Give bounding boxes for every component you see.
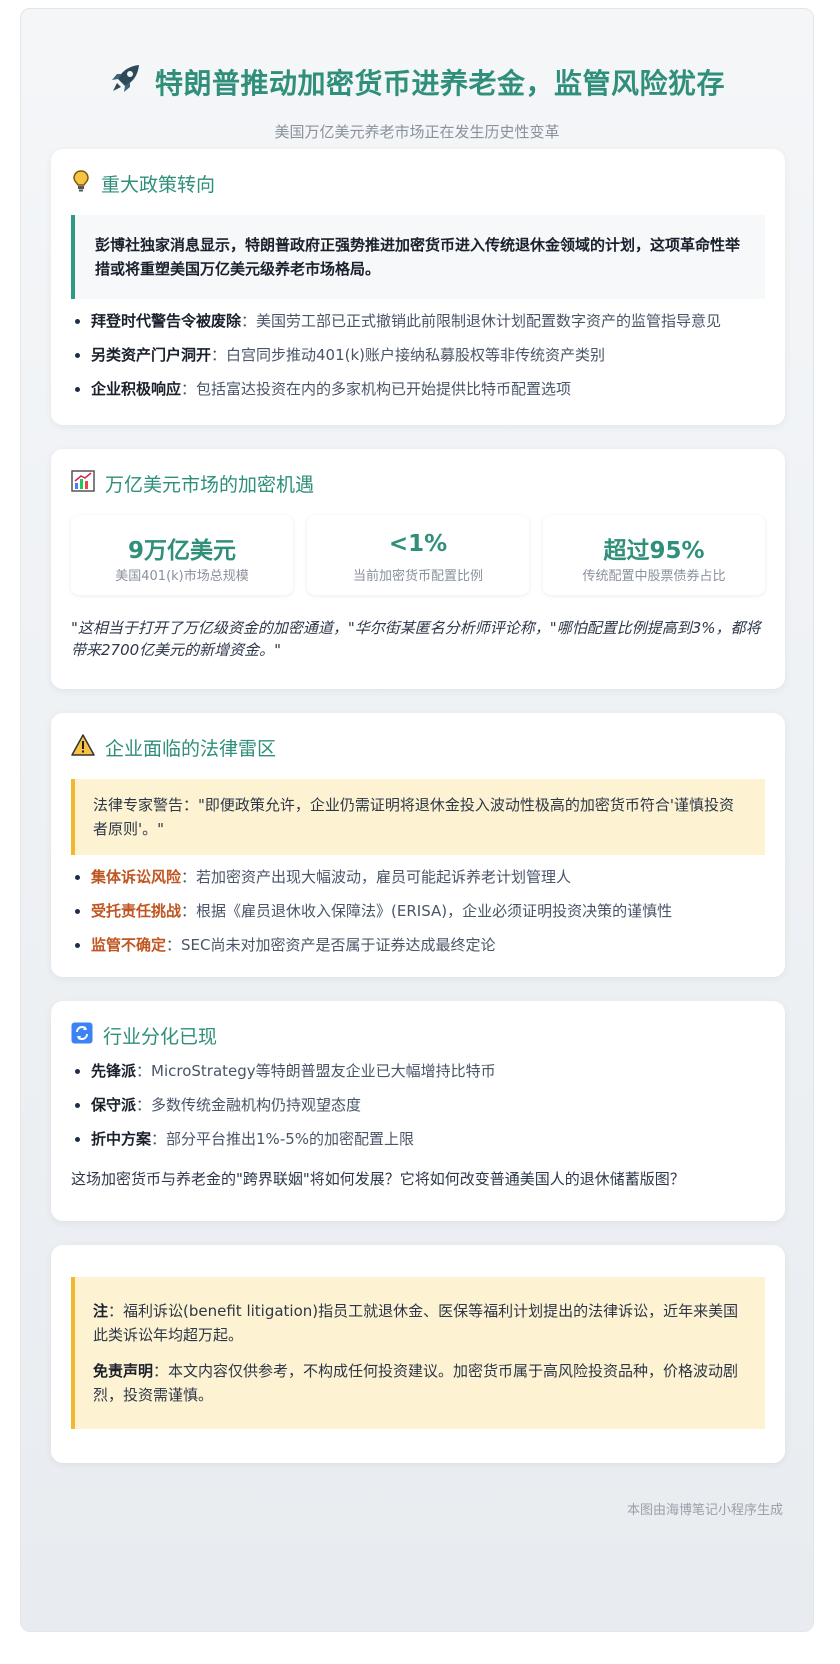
- page-container: 特朗普推动加密货币进养老金，监管风险犹存 美国万亿美元养老市场正在发生历史性变革…: [20, 8, 814, 1632]
- note-paragraph: 注：福利诉讼(benefit litigation)指员工就退休金、医保等福利计…: [93, 1299, 747, 1347]
- lightbulb-icon: [71, 169, 91, 198]
- list-item: 先锋派：MicroStrategy等特朗普盟友企业已大幅增持比特币: [91, 1059, 765, 1083]
- stat-label: 当前加密货币配置比例: [352, 569, 483, 584]
- closing-question: 这场加密货币与养老金的"跨界联姻"将如何发展？它将如何改变普通美国人的退休储蓄版…: [71, 1170, 685, 1188]
- analyst-quote: "这相当于打开了万亿级资金的加密通道，"华尔街某匿名分析师评论称，"哪怕配置比例…: [71, 619, 761, 659]
- list-item-label: 拜登时代警告令被废除: [91, 312, 242, 330]
- list-item-text: ：根据《雇员退休收入保障法》(ERISA)，企业必须证明投资决策的谨慎性: [181, 902, 673, 920]
- list-item-text: ：白宫同步推动401(k)账户接纳私募股权等非传统资产类别: [211, 346, 606, 364]
- list-item: 保守派：多数传统金融机构仍持观望态度: [91, 1093, 765, 1117]
- list-item-text: ：若加密资产出现大幅波动，雇员可能起诉养老计划管理人: [181, 868, 572, 886]
- legal-warning: 法律专家警告："即便政策允许，企业仍需证明将退休金投入波动性极高的加密货币符合'…: [71, 779, 765, 855]
- note-label: 注: [93, 1302, 109, 1320]
- list-item-label: 折中方案: [91, 1130, 152, 1148]
- legal-list: 集体诉讼风险：若加密资产出现大幅波动，雇员可能起诉养老计划管理人 受托责任挑战：…: [71, 865, 765, 957]
- page-title: 特朗普推动加密货币进养老金，监管风险犹存: [109, 61, 725, 102]
- list-item-label: 企业积极响应: [91, 380, 182, 398]
- list-item-text: ：SEC尚未对加密资产是否属于证券达成最终定论: [166, 936, 496, 954]
- list-item-text: ：MicroStrategy等特朗普盟友企业已大幅增持比特币: [136, 1062, 496, 1080]
- note-text: ：福利诉讼(benefit litigation)指员工就退休金、医保等福利计划…: [93, 1302, 739, 1344]
- legal-heading-text: 企业面临的法律雷区: [105, 737, 277, 760]
- notes-box: 注：福利诉讼(benefit litigation)指员工就退休金、医保等福利计…: [71, 1277, 765, 1429]
- industry-heading-text: 行业分化已现: [103, 1025, 218, 1048]
- warning-icon: [71, 733, 95, 761]
- industry-list: 先锋派：MicroStrategy等特朗普盟友企业已大幅增持比特币 保守派：多数…: [71, 1059, 765, 1151]
- disclaimer-label: 免责声明: [93, 1362, 154, 1380]
- stat-value: <1%: [388, 531, 448, 557]
- stat-label: 美国401(k)市场总规模: [115, 569, 249, 584]
- list-item: 折中方案：部分平台推出1%-5%的加密配置上限: [91, 1127, 765, 1151]
- list-item: 监管不确定：SEC尚未对加密资产是否属于证券达成最终定论: [91, 933, 765, 957]
- market-card: 万亿美元市场的加密机遇 9万亿美元 美国401(k)市场总规模 <1% 当前加密…: [51, 449, 785, 689]
- legal-card: 企业面临的法律雷区 法律专家警告："即便政策允许，企业仍需证明将退休金投入波动性…: [51, 713, 785, 977]
- industry-heading: 行业分化已现: [71, 1021, 765, 1049]
- policy-heading: 重大政策转向: [71, 169, 765, 197]
- list-item-text: ：多数传统金融机构仍持观望态度: [136, 1096, 362, 1114]
- footer-credit: 本图由海博笔记小程序生成: [626, 1503, 783, 1518]
- list-item: 另类资产门户洞开：白宫同步推动401(k)账户接纳私募股权等非传统资产类别: [91, 343, 765, 367]
- policy-list: 拜登时代警告令被废除：美国劳工部已正式撤销此前限制退休计划配置数字资产的监管指导…: [71, 309, 765, 401]
- list-item-text: ：包括富达投资在内的多家机构已开始提供比特币配置选项: [181, 380, 572, 398]
- policy-card: 重大政策转向 彭博社独家消息显示，特朗普政府正强势推进加密货币进入传统退休金领域…: [51, 149, 785, 425]
- list-item: 企业积极响应：包括富达投资在内的多家机构已开始提供比特币配置选项: [91, 377, 765, 401]
- industry-card: 行业分化已现 先锋派：MicroStrategy等特朗普盟友企业已大幅增持比特币…: [51, 1001, 785, 1221]
- list-item-label: 集体诉讼风险: [91, 868, 182, 886]
- refresh-icon: [71, 1022, 93, 1049]
- list-item-text: ：美国劳工部已正式撤销此前限制退休计划配置数字资产的监管指导意见: [241, 312, 722, 330]
- list-item-label: 另类资产门户洞开: [91, 346, 212, 364]
- chart-icon: [71, 469, 95, 497]
- policy-quote: 彭博社独家消息显示，特朗普政府正强势推进加密货币进入传统退休金领域的计划，这项革…: [71, 215, 765, 299]
- page-subtitle: 美国万亿美元养老市场正在发生历史性变革: [274, 123, 560, 141]
- stat-value: 超过95%: [603, 538, 705, 564]
- stat-card: 9万亿美元 美国401(k)市场总规模: [71, 515, 293, 595]
- stat-card: <1% 当前加密货币配置比例: [307, 515, 529, 595]
- list-item-text: ：部分平台推出1%-5%的加密配置上限: [151, 1130, 415, 1148]
- list-item-label: 保守派: [91, 1096, 137, 1114]
- market-heading: 万亿美元市场的加密机遇: [71, 469, 765, 497]
- rocket-icon: [109, 61, 143, 102]
- market-heading-text: 万亿美元市场的加密机遇: [105, 473, 315, 496]
- list-item-label: 监管不确定: [91, 936, 167, 954]
- disclaimer-paragraph: 免责声明：本文内容仅供参考，不构成任何投资建议。加密货币属于高风险投资品种，价格…: [93, 1359, 747, 1407]
- legal-heading: 企业面临的法律雷区: [71, 733, 765, 761]
- stat-label: 传统配置中股票债券占比: [582, 569, 726, 584]
- stat-value: 9万亿美元: [127, 538, 236, 564]
- list-item: 拜登时代警告令被废除：美国劳工部已正式撤销此前限制退休计划配置数字资产的监管指导…: [91, 309, 765, 333]
- page-title-text: 特朗普推动加密货币进养老金，监管风险犹存: [154, 66, 725, 100]
- stats-row: 9万亿美元 美国401(k)市场总规模 <1% 当前加密货币配置比例 超过95%…: [71, 515, 765, 595]
- title-row: 特朗普推动加密货币进养老金，监管风险犹存: [21, 61, 813, 102]
- list-item: 集体诉讼风险：若加密资产出现大幅波动，雇员可能起诉养老计划管理人: [91, 865, 765, 889]
- list-item-label: 先锋派: [91, 1062, 137, 1080]
- list-item-label: 受托责任挑战: [91, 902, 182, 920]
- disclaimer-text: ：本文内容仅供参考，不构成任何投资建议。加密货币属于高风险投资品种，价格波动剧烈…: [93, 1362, 739, 1404]
- stat-card: 超过95% 传统配置中股票债券占比: [543, 515, 765, 595]
- list-item: 受托责任挑战：根据《雇员退休收入保障法》(ERISA)，企业必须证明投资决策的谨…: [91, 899, 765, 923]
- policy-heading-text: 重大政策转向: [101, 173, 216, 196]
- notes-card: 注：福利诉讼(benefit litigation)指员工就退休金、医保等福利计…: [51, 1245, 785, 1463]
